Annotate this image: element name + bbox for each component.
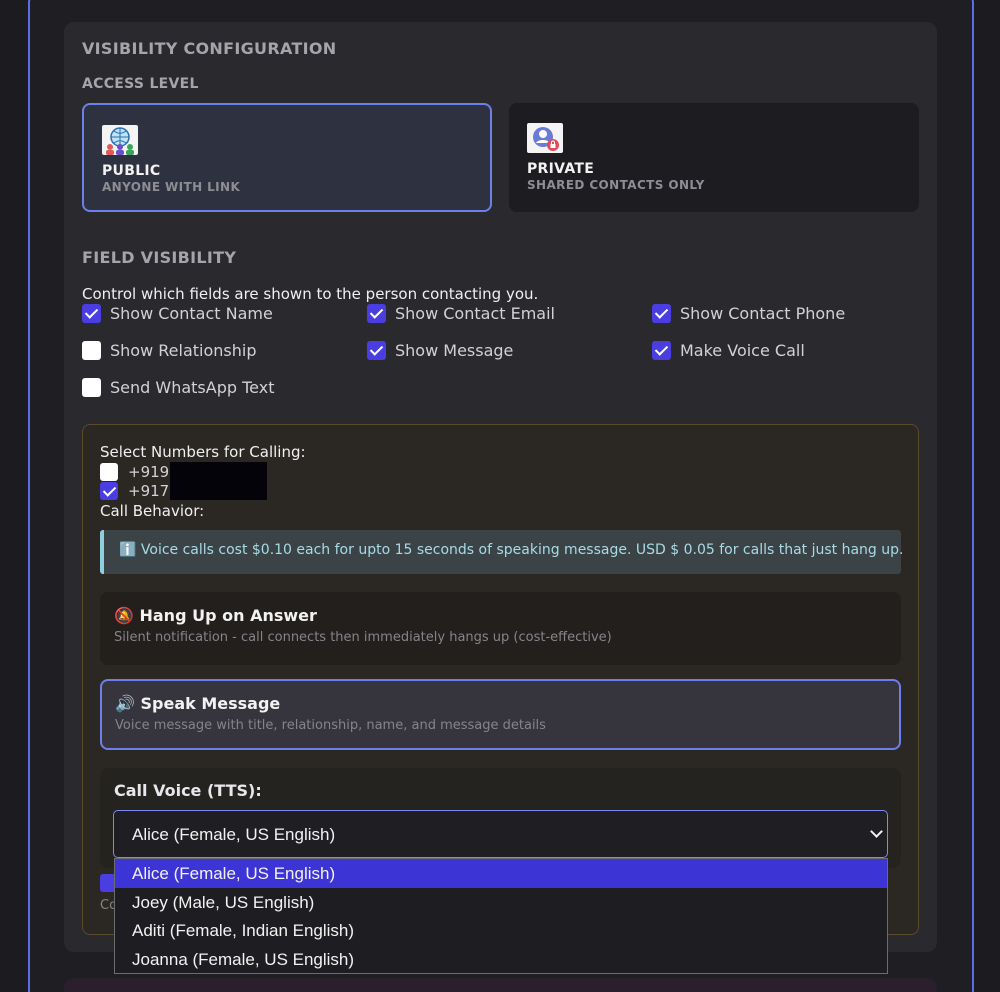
checkbox-show-contact-email[interactable]: Show Contact Email [367, 304, 555, 323]
checkbox-show-contact-phone[interactable]: Show Contact Phone [652, 304, 845, 323]
call-voice-select[interactable]: Alice (Female, US English) [113, 810, 888, 858]
call-voice-dropdown-list[interactable]: Alice (Female, US English) Joey (Male, U… [114, 858, 888, 974]
phone-number: +919 [128, 463, 170, 481]
behavior-option-speak-message[interactable]: 🔊 Speak Message Voice message with title… [100, 679, 901, 750]
checkbox-show-message[interactable]: Show Message [367, 341, 513, 360]
checkbox-box[interactable] [100, 463, 118, 481]
checkbox-box[interactable] [82, 341, 101, 360]
voice-option[interactable]: Joanna (Female, US English) [115, 945, 887, 974]
checkbox-label: Show Contact Name [110, 304, 273, 323]
checkbox-box[interactable] [652, 341, 671, 360]
checkbox-label: Send WhatsApp Text [110, 378, 275, 397]
voice-option[interactable]: Alice (Female, US English) [115, 859, 887, 888]
access-option-name: PRIVATE [527, 161, 595, 177]
call-behavior-label: Call Behavior: [100, 502, 205, 520]
call-voice-selected-value: Alice (Female, US English) [132, 825, 336, 844]
checkbox-label: Show Contact Email [395, 304, 555, 323]
checkbox-box[interactable] [367, 341, 386, 360]
access-option-name: PUBLIC [102, 163, 161, 179]
checkbox-show-contact-name[interactable]: Show Contact Name [82, 304, 273, 323]
checkbox-box[interactable] [82, 304, 101, 323]
behavior-desc: Silent notification - call connects then… [114, 630, 612, 645]
checkbox-box[interactable] [82, 378, 101, 397]
number-checkbox-2[interactable]: +917 [100, 482, 169, 500]
checkbox-box[interactable] [100, 482, 118, 500]
behavior-title: 🔕 Hang Up on Answer [114, 606, 317, 625]
access-option-public[interactable]: PUBLIC ANYONE WITH LINK [82, 103, 492, 212]
checkbox-send-whatsapp-text[interactable]: Send WhatsApp Text [82, 378, 274, 397]
redaction-block [170, 462, 267, 500]
voice-option[interactable]: Joey (Male, US English) [115, 888, 887, 917]
behavior-title: 🔊 Speak Message [115, 694, 281, 713]
globe-people-icon [102, 125, 138, 155]
checkbox-label: Show Relationship [110, 341, 257, 360]
checkbox-make-voice-call[interactable]: Make Voice Call [652, 341, 805, 360]
number-checkbox-1[interactable]: +919 [100, 463, 169, 481]
behavior-desc: Voice message with title, relationship, … [115, 718, 546, 733]
checkbox-label: Show Contact Phone [680, 304, 846, 323]
field-visibility-title: FIELD VISIBILITY [82, 248, 237, 267]
call-cost-info: ℹ️ Voice calls cost $0.10 each for upto … [100, 530, 903, 574]
chevron-down-icon [870, 825, 883, 838]
call-voice-label: Call Voice (TTS): [114, 781, 262, 800]
person-lock-icon [527, 123, 563, 153]
field-visibility-intro: Control which fields are shown to the pe… [82, 285, 539, 303]
checkbox-box[interactable] [367, 304, 386, 323]
checkbox-box[interactable] [652, 304, 671, 323]
voice-option[interactable]: Aditi (Female, Indian English) [115, 916, 887, 945]
access-option-private[interactable]: PRIVATE SHARED CONTACTS ONLY [509, 103, 919, 212]
phone-number: +917 [128, 482, 170, 500]
checkbox-label: Show Message [395, 341, 514, 360]
checkbox-show-relationship[interactable]: Show Relationship [82, 341, 256, 360]
access-option-desc: SHARED CONTACTS ONLY [527, 178, 705, 192]
checkbox-label: Make Voice Call [680, 341, 805, 360]
behavior-option-hang-up[interactable]: 🔕 Hang Up on Answer Silent notification … [100, 592, 901, 665]
section-title: VISIBILITY CONFIGURATION [82, 39, 337, 58]
select-numbers-label: Select Numbers for Calling: [100, 443, 306, 461]
access-option-desc: ANYONE WITH LINK [102, 180, 241, 194]
next-section-card [64, 978, 937, 992]
access-level-title: ACCESS LEVEL [82, 76, 199, 92]
